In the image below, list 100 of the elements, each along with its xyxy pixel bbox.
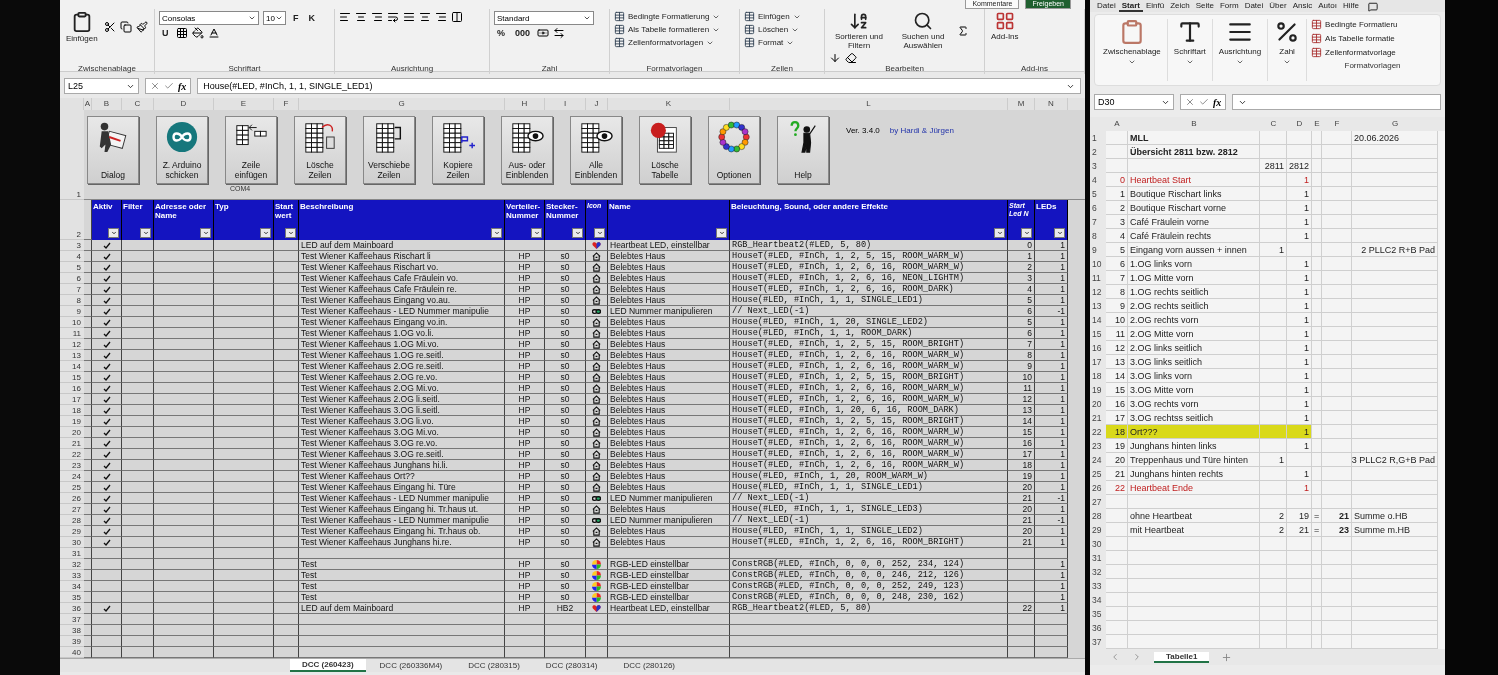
column-header[interactable]: E — [1312, 117, 1322, 131]
filter-button[interactable] — [994, 228, 1005, 238]
fill-down-icon[interactable] — [829, 52, 841, 64]
macro-button[interactable]: Alle Einblenden — [570, 116, 622, 184]
caret-icon[interactable] — [274, 14, 283, 22]
ribbon-button[interactable]: Suchen und Auswählen — [893, 11, 953, 50]
macro-button[interactable]: Help — [777, 116, 829, 184]
function-label[interactable]: fx — [178, 80, 187, 92]
column-header[interactable]: F — [1322, 117, 1352, 131]
filter-button[interactable] — [285, 228, 296, 238]
column-header[interactable]: B — [92, 98, 122, 110]
filter-button[interactable] — [1021, 228, 1032, 238]
ribbon-button[interactable]: Schriftart — [1167, 19, 1213, 81]
filter-button[interactable] — [200, 228, 211, 238]
sheet-tab[interactable]: DCC (280126) — [611, 659, 687, 672]
borders-icon[interactable] — [175, 27, 188, 39]
filter-button[interactable] — [140, 228, 151, 238]
macro-button[interactable]: Optionen — [708, 116, 760, 184]
paintbrush-icon[interactable] — [135, 21, 148, 33]
ribbon-button[interactable]: Bedingte Formatieru — [1311, 19, 1434, 30]
ribbon-button[interactable]: Zahl — [1268, 19, 1308, 81]
filter-button[interactable] — [108, 228, 119, 238]
sheet-tab[interactable]: DCC (260336M4) — [367, 659, 455, 672]
copy-icon[interactable] — [119, 21, 132, 33]
cancel-icon[interactable] — [1185, 97, 1195, 107]
column-header[interactable]: C — [1260, 117, 1287, 131]
menu-tab[interactable]: Datei — [1094, 1, 1119, 12]
sheet-tab[interactable]: DCC (280314) — [533, 659, 610, 672]
function-label[interactable]: fx — [1213, 96, 1222, 108]
filter-button[interactable] — [531, 228, 542, 238]
font-style-button[interactable]: K — [305, 13, 318, 23]
macro-button[interactable]: Verschiebe Zeilen — [363, 116, 415, 184]
filter-button[interactable] — [716, 228, 727, 238]
macro-button[interactable]: Dialog — [87, 116, 139, 184]
cancel-icon[interactable] — [150, 81, 160, 91]
ribbon-button[interactable]: Als Tabelle formatieren — [614, 24, 735, 35]
macro-button[interactable]: Lösche Zeilen — [294, 116, 346, 184]
sheet-tab[interactable]: DCC (280315) — [456, 659, 532, 672]
menu-tab[interactable]: Form — [1216, 1, 1242, 12]
currency-icon[interactable] — [537, 27, 550, 39]
filter-button[interactable] — [594, 228, 605, 238]
dropdown-field[interactable]: Consolas — [159, 11, 259, 25]
ribbon-button[interactable]: Zellenformatvorlagen — [614, 37, 735, 48]
column-header[interactable]: D — [1287, 117, 1312, 131]
comment-icon[interactable] — [1367, 2, 1378, 12]
menu-tab[interactable]: Hilfe — [1339, 1, 1362, 12]
font-color-icon[interactable] — [207, 27, 220, 39]
column-header[interactable]: F — [274, 98, 299, 110]
column-header[interactable]: B — [1128, 117, 1260, 131]
enter-icon[interactable] — [164, 81, 174, 91]
ribbon-button[interactable]: Format — [744, 37, 820, 48]
column-header[interactable]: G — [1352, 117, 1438, 131]
sheet-tab[interactable]: Tabelle1 — [1154, 651, 1210, 663]
ribbon-button[interactable]: Ausrichtung — [1212, 19, 1269, 81]
macro-button[interactable]: Aus- oder Einblenden — [501, 116, 553, 184]
column-header[interactable]: L — [730, 98, 1008, 110]
filter-button[interactable] — [260, 228, 271, 238]
font-style-button[interactable]: F — [289, 13, 302, 23]
menu-tab[interactable]: Ansic — [1289, 1, 1316, 12]
column-header[interactable]: H — [505, 98, 545, 110]
align-right-icon[interactable] — [371, 11, 383, 23]
column-header[interactable]: A — [1106, 117, 1128, 131]
menu-tab[interactable]: Einfü — [1142, 1, 1168, 12]
ribbon-button[interactable]: Einfügen — [744, 11, 820, 22]
column-header[interactable]: C — [122, 98, 154, 110]
macro-button[interactable]: Zeile einfügen — [225, 116, 277, 184]
filter-button[interactable] — [572, 228, 583, 238]
menu-tab[interactable]: Seite — [1192, 1, 1217, 12]
eraser-icon[interactable] — [845, 52, 857, 64]
align-center-icon[interactable] — [355, 11, 367, 23]
ribbon-button[interactable]: Sortieren und Filtern — [829, 11, 889, 50]
font-style-button[interactable]: U — [159, 28, 172, 38]
column-header[interactable]: M — [1008, 98, 1035, 110]
ribbon-button[interactable]: Bedingte Formatierung — [614, 11, 735, 22]
menu-tab[interactable]: Über — [1266, 1, 1290, 12]
wrap-text-icon[interactable] — [387, 11, 399, 23]
caret-icon[interactable] — [583, 14, 591, 22]
column-header[interactable]: I — [545, 98, 586, 110]
sum-icon[interactable] — [957, 24, 969, 37]
column-header[interactable]: G — [299, 98, 505, 110]
column-header[interactable]: E — [214, 98, 274, 110]
caret-icon[interactable] — [1127, 58, 1136, 66]
menu-tab[interactable]: Datei — [1241, 1, 1267, 12]
add-sheet-icon[interactable] — [1221, 651, 1233, 663]
macro-button[interactable]: Kopiere Zeilen — [432, 116, 484, 184]
filter-button[interactable] — [1054, 228, 1065, 238]
column-header[interactable]: J — [586, 98, 608, 110]
filter-button[interactable] — [491, 228, 502, 238]
number-style-button[interactable]: % — [494, 28, 508, 38]
caret-icon[interactable] — [248, 14, 256, 22]
ribbon-button[interactable]: Zwischenablage — [1097, 19, 1168, 81]
align-right-icon[interactable] — [435, 11, 447, 23]
menu-tab[interactable]: Autoı — [1315, 1, 1340, 12]
macro-button[interactable]: Lösche Tabelle — [639, 116, 691, 184]
ribbon-button[interactable]: Einfügen — [64, 11, 100, 43]
scissors-icon[interactable] — [103, 21, 116, 33]
caret-icon[interactable] — [1283, 58, 1292, 66]
decimal-icon[interactable] — [553, 27, 566, 39]
ribbon-button[interactable]: Add-Ins — [989, 11, 1021, 41]
column-header[interactable]: K — [608, 98, 730, 110]
